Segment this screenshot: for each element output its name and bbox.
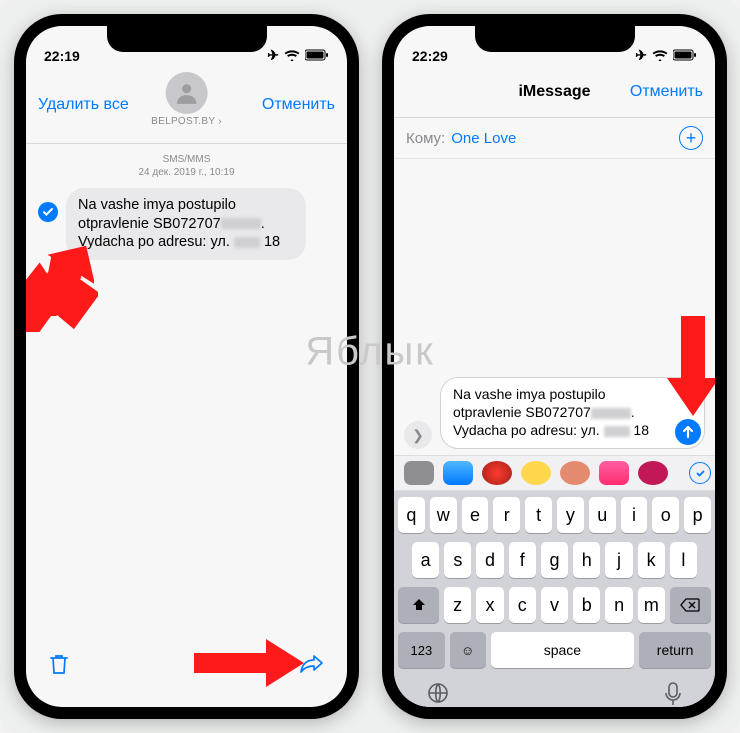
airplane-icon: ✈︎ [635, 47, 647, 64]
key-c[interactable]: c [509, 587, 536, 623]
cancel-button[interactable]: Отменить [630, 83, 703, 101]
key-y[interactable]: y [557, 497, 584, 533]
key-z[interactable]: z [444, 587, 471, 623]
add-recipient-button[interactable]: + [679, 126, 703, 150]
app-icon[interactable] [638, 461, 668, 485]
key-a[interactable]: a [412, 542, 439, 578]
received-message-bubble[interactable]: Na vashe imya postupilo otpravlenie SB07… [66, 188, 306, 260]
status-icons: ✈︎ [267, 47, 329, 64]
key-l[interactable]: l [670, 542, 697, 578]
key-row-2: asdfghjkl [398, 542, 711, 578]
key-w[interactable]: w [430, 497, 457, 533]
redacted-text [604, 426, 630, 437]
globe-icon[interactable] [426, 681, 450, 707]
message-timestamp: 24 дек. 2019 г., 10:19 [38, 167, 335, 178]
expand-apps-button[interactable]: ❯ [404, 421, 432, 449]
delete-all-button[interactable]: Удалить все [38, 96, 129, 114]
mic-icon[interactable] [663, 681, 683, 707]
annotation-arrow-3 [667, 316, 715, 416]
key-o[interactable]: o [652, 497, 679, 533]
key-s[interactable]: s [444, 542, 471, 578]
key-e[interactable]: e [462, 497, 489, 533]
numbers-key[interactable]: 123 [398, 632, 445, 668]
key-r[interactable]: r [493, 497, 520, 533]
battery-icon [673, 48, 697, 64]
redacted-text [234, 237, 260, 248]
key-t[interactable]: t [525, 497, 552, 533]
phone-left: 22:19 ✈︎ Удалить все BELPOST.BY › Отмени… [14, 14, 359, 719]
redacted-text [221, 218, 261, 229]
key-k[interactable]: k [638, 542, 665, 578]
notch [107, 26, 267, 52]
key-h[interactable]: h [573, 542, 600, 578]
wifi-icon [284, 48, 300, 64]
contact-avatar[interactable] [166, 72, 208, 114]
key-f[interactable]: f [509, 542, 536, 578]
nav-bar: Удалить все BELPOST.BY › Отменить [26, 66, 347, 144]
backspace-key[interactable] [670, 587, 711, 623]
music-app-icon[interactable] [599, 461, 629, 485]
memoji-app-icon[interactable] [560, 461, 590, 485]
memoji-app-icon[interactable] [521, 461, 551, 485]
to-label: Кому: [406, 130, 445, 147]
trash-icon[interactable] [48, 652, 70, 681]
phone-right: 22:29 ✈︎ iMessage Отменить Кому: One Lov… [382, 14, 727, 719]
message-input[interactable]: Na vashe imya postupilo otpravlenie SB07… [440, 377, 705, 449]
key-p[interactable]: p [684, 497, 711, 533]
status-time: 22:29 [412, 48, 448, 64]
return-key[interactable]: return [639, 632, 711, 668]
key-x[interactable]: x [476, 587, 503, 623]
key-b[interactable]: b [573, 587, 600, 623]
selection-check-icon[interactable] [38, 202, 58, 222]
send-button[interactable] [675, 419, 701, 445]
app-icon[interactable] [482, 461, 512, 485]
key-d[interactable]: d [476, 542, 503, 578]
status-time: 22:19 [44, 48, 80, 64]
conversation-type: SMS/MMS [38, 154, 335, 165]
emoji-key[interactable]: ☺ [450, 632, 486, 668]
keyboard-bottom [398, 677, 711, 707]
airplane-icon: ✈︎ [267, 47, 279, 64]
imessage-app-tray [394, 455, 715, 491]
cancel-button[interactable]: Отменить [262, 96, 335, 114]
key-row-3: zxcvbnm [398, 587, 711, 623]
status-icons: ✈︎ [635, 47, 697, 64]
key-n[interactable]: n [605, 587, 632, 623]
page-title: iMessage [518, 83, 590, 100]
key-j[interactable]: j [605, 542, 632, 578]
key-u[interactable]: u [589, 497, 616, 533]
to-field[interactable]: Кому: One Love + [394, 118, 715, 159]
photos-app-icon[interactable] [404, 461, 434, 485]
key-row-4: 123 ☺ space return [398, 632, 711, 668]
key-i[interactable]: i [621, 497, 648, 533]
key-g[interactable]: g [541, 542, 568, 578]
key-v[interactable]: v [541, 587, 568, 623]
battery-icon [305, 48, 329, 64]
keyboard: qwertyuiop asdfghjkl zxcvbnm 123 ☺ space… [394, 491, 715, 707]
annotation-arrow-1 [26, 236, 94, 316]
app-more-icon[interactable] [689, 462, 711, 484]
wifi-icon [652, 48, 668, 64]
key-q[interactable]: q [398, 497, 425, 533]
contact-name: BELPOST.BY › [151, 116, 222, 127]
annotation-arrow-2 [194, 639, 304, 687]
redacted-text [591, 408, 631, 419]
shift-key[interactable] [398, 587, 439, 623]
to-recipient[interactable]: One Love [451, 130, 516, 147]
key-row-1: qwertyuiop [398, 497, 711, 533]
notch [475, 26, 635, 52]
nav-bar: iMessage Отменить [394, 66, 715, 118]
appstore-app-icon[interactable] [443, 461, 473, 485]
space-key[interactable]: space [491, 632, 635, 668]
key-m[interactable]: m [638, 587, 665, 623]
